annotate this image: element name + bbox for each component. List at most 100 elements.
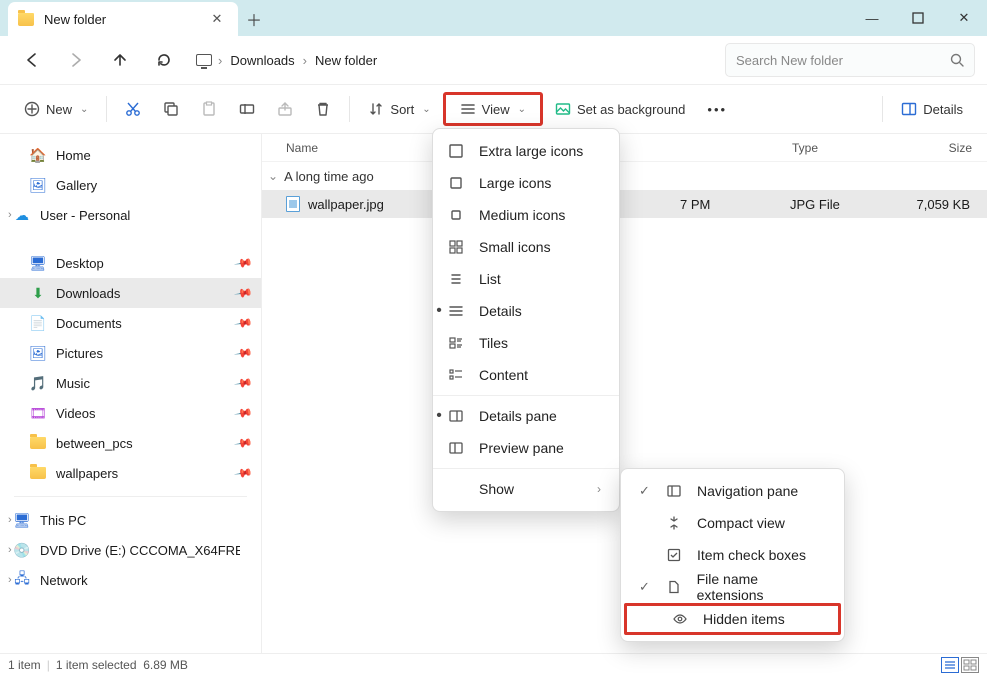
more-button[interactable]: ••• <box>697 92 737 126</box>
menu-lg-icons[interactable]: Large icons <box>433 167 619 199</box>
details-view-toggle[interactable] <box>941 657 959 673</box>
sidebar-dvd[interactable]: ›💿DVD Drive (E:) CCCOMA_X64FRE_EN <box>0 535 261 565</box>
sidebar-documents[interactable]: 📄Documents📌 <box>0 308 261 338</box>
close-button[interactable]: ✕ <box>941 0 987 36</box>
home-icon: 🏠 <box>30 147 46 163</box>
onedrive-icon: ☁ <box>14 207 30 223</box>
cut-button[interactable] <box>115 92 151 126</box>
search-placeholder: Search New folder <box>736 53 843 68</box>
sidebar-user[interactable]: ›☁User - Personal <box>0 200 261 230</box>
details-icon <box>447 304 465 318</box>
menu-content[interactable]: Content <box>433 359 619 391</box>
details-pane-button[interactable]: Details <box>891 92 973 126</box>
column-headers[interactable]: Name Type Size <box>262 134 987 162</box>
check-icon: ✓ <box>639 483 650 499</box>
tab-title: New folder <box>44 12 106 27</box>
back-button[interactable] <box>12 42 52 78</box>
file-date: 7 PM <box>680 197 790 212</box>
col-size[interactable]: Size <box>904 141 984 155</box>
status-item-count: 1 item <box>8 658 41 672</box>
menu-preview-pane[interactable]: Preview pane <box>433 432 619 464</box>
file-row[interactable]: wallpaper.jpg 7 PM JPG File 7,059 KB <box>262 190 987 218</box>
submenu-hidden-items[interactable]: Hidden items <box>624 603 841 635</box>
folder-icon <box>30 437 46 449</box>
view-button[interactable]: View⌄ <box>443 92 543 126</box>
tab[interactable]: New folder ✕ <box>8 2 238 36</box>
refresh-button[interactable] <box>144 42 184 78</box>
new-button[interactable]: New⌄ <box>14 92 98 126</box>
share-button[interactable] <box>267 92 303 126</box>
menu-sm-icons[interactable]: Small icons <box>433 231 619 263</box>
sidebar-desktop[interactable]: 🖥Desktop📌 <box>0 248 261 278</box>
sidebar-this-pc[interactable]: ›🖥This PC <box>0 505 261 535</box>
menu-list[interactable]: List <box>433 263 619 295</box>
tiles-icon <box>447 336 465 350</box>
sidebar-downloads[interactable]: ⬇Downloads📌 <box>0 278 261 308</box>
menu-details-pane[interactable]: •Details pane <box>433 400 619 432</box>
col-type[interactable]: Type <box>792 141 904 155</box>
menu-tiles[interactable]: Tiles <box>433 327 619 359</box>
chevron-right-icon: › <box>216 53 224 68</box>
status-selected: 1 item selected <box>56 658 137 672</box>
thumbnails-view-toggle[interactable] <box>961 657 979 673</box>
music-icon: 🎵 <box>30 375 46 391</box>
breadcrumb-current[interactable]: New folder <box>309 49 383 72</box>
videos-icon: 🎞 <box>30 405 46 421</box>
chevron-right-icon[interactable]: › <box>8 574 12 586</box>
titlebar: New folder ✕ ＋ — ✕ <box>0 0 987 36</box>
square-icon <box>447 176 465 190</box>
square-icon <box>447 144 465 158</box>
minimize-button[interactable]: — <box>849 0 895 36</box>
sidebar-network[interactable]: ›🖧Network <box>0 565 261 595</box>
sort-icon <box>368 101 384 117</box>
search-input[interactable]: Search New folder <box>725 43 975 77</box>
set-background-button[interactable]: Set as background <box>545 92 695 126</box>
sidebar-home[interactable]: 🏠Home <box>0 140 261 170</box>
copy-button[interactable] <box>153 92 189 126</box>
chevron-right-icon[interactable]: › <box>8 514 12 526</box>
sidebar: 🏠Home 🖼Gallery ›☁User - Personal 🖥Deskto… <box>0 134 262 653</box>
chevron-right-icon[interactable]: › <box>8 209 12 221</box>
menu-details[interactable]: •Details <box>433 295 619 327</box>
sidebar-music[interactable]: 🎵Music📌 <box>0 368 261 398</box>
wallpaper-icon <box>555 101 571 117</box>
pictures-icon: 🖼 <box>30 345 46 361</box>
forward-button[interactable] <box>56 42 96 78</box>
sort-button[interactable]: Sort⌄ <box>358 92 440 126</box>
maximize-button[interactable] <box>895 0 941 36</box>
tab-close-button[interactable]: ✕ <box>208 10 226 28</box>
delete-button[interactable] <box>305 92 341 126</box>
sidebar-pictures[interactable]: 🖼Pictures📌 <box>0 338 261 368</box>
submenu-checkboxes[interactable]: Item check boxes <box>621 539 844 571</box>
checkbox-icon <box>665 548 683 562</box>
menu-show[interactable]: Show› <box>433 473 619 505</box>
submenu-extensions[interactable]: ✓File name extensions <box>621 571 844 603</box>
file-size: 7,059 KB <box>902 197 982 212</box>
sidebar-videos[interactable]: 🎞Videos📌 <box>0 398 261 428</box>
pin-icon: 📌 <box>233 313 253 333</box>
view-toggle <box>941 657 979 673</box>
sidebar-wallpapers[interactable]: wallpapers📌 <box>0 458 261 488</box>
up-button[interactable] <box>100 42 140 78</box>
list-icon <box>447 272 465 286</box>
chevron-right-icon[interactable]: › <box>8 544 12 556</box>
breadcrumb-downloads[interactable]: Downloads <box>224 49 300 72</box>
toolbar: New⌄ Sort⌄ View⌄ Set as background ••• D… <box>0 84 987 134</box>
rename-icon <box>239 101 255 117</box>
group-header[interactable]: ⌄ A long time ago <box>262 162 987 190</box>
preview-pane-icon <box>447 441 465 455</box>
sidebar-between-pcs[interactable]: between_pcs📌 <box>0 428 261 458</box>
menu-xl-icons[interactable]: Extra large icons <box>433 135 619 167</box>
address-bar[interactable]: › Downloads › New folder <box>188 43 713 77</box>
grid-icon <box>447 240 465 254</box>
gallery-icon: 🖼 <box>30 177 46 193</box>
compact-icon <box>665 516 683 530</box>
submenu-compact[interactable]: Compact view <box>621 507 844 539</box>
submenu-nav-pane[interactable]: ✓Navigation pane <box>621 475 844 507</box>
new-tab-button[interactable]: ＋ <box>238 2 270 36</box>
rename-button[interactable] <box>229 92 265 126</box>
sidebar-gallery[interactable]: 🖼Gallery <box>0 170 261 200</box>
list-icon <box>460 101 476 117</box>
menu-md-icons[interactable]: Medium icons <box>433 199 619 231</box>
paste-button[interactable] <box>191 92 227 126</box>
